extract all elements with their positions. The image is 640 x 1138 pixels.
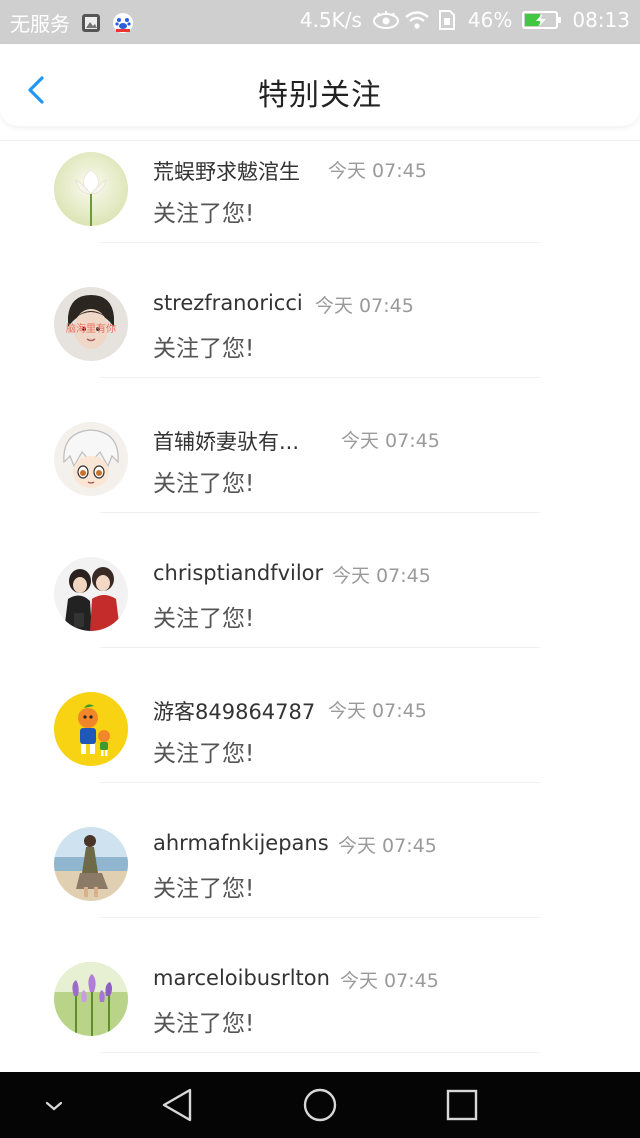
status-bar: 无服务 4.5K/s 46% 08:13 bbox=[0, 0, 640, 44]
wifi-icon bbox=[404, 9, 429, 31]
notification-message: 关注了您! bbox=[153, 201, 255, 227]
row-divider bbox=[100, 512, 540, 513]
baidu-paw-icon bbox=[112, 12, 134, 34]
timestamp: 今天 07:45 bbox=[328, 160, 427, 182]
carrier-text: 无服务 bbox=[10, 12, 70, 36]
user-name[interactable]: strezfranoricci bbox=[153, 291, 303, 315]
row-divider bbox=[100, 782, 540, 783]
row-divider bbox=[100, 647, 540, 648]
system-navigation-bar bbox=[0, 1072, 640, 1138]
hide-nav-button[interactable] bbox=[32, 1084, 76, 1126]
home-nav-button[interactable] bbox=[298, 1084, 342, 1126]
user-name[interactable]: 游客849864787 bbox=[153, 696, 315, 726]
gallery-icon bbox=[80, 12, 102, 34]
avatar[interactable] bbox=[54, 827, 128, 901]
list-item[interactable]: 脑海里有你 strezfranoricci 今天 07:45 关注了您! bbox=[0, 285, 640, 420]
notification-message: 关注了您! bbox=[153, 876, 255, 902]
notification-message: 关注了您! bbox=[153, 471, 255, 497]
app-header: 特别关注 bbox=[0, 44, 640, 126]
avatar[interactable] bbox=[54, 962, 128, 1036]
user-name[interactable]: 首辅娇妻驮有... bbox=[153, 426, 299, 456]
row-divider bbox=[100, 377, 540, 378]
row-divider bbox=[100, 242, 540, 243]
triangle-back-icon bbox=[162, 1088, 192, 1122]
avatar[interactable]: 脑海里有你 bbox=[54, 287, 128, 361]
timestamp: 今天 07:45 bbox=[340, 970, 439, 992]
list-item[interactable]: 荒蜈野求魃涫生 今天 07:45 关注了您! bbox=[0, 150, 640, 285]
list-item[interactable]: chrisptiandfvilor 今天 07:45 关注了您! bbox=[0, 555, 640, 690]
timestamp: 今天 07:45 bbox=[315, 295, 414, 317]
recents-nav-button[interactable] bbox=[440, 1084, 484, 1126]
sim-icon bbox=[436, 9, 458, 31]
list-item[interactable]: 首辅娇妻驮有... 今天 07:45 关注了您! bbox=[0, 420, 640, 555]
avatar[interactable] bbox=[54, 422, 128, 496]
avatar[interactable] bbox=[54, 692, 128, 766]
notification-message: 关注了您! bbox=[153, 741, 255, 767]
back-nav-button[interactable] bbox=[156, 1084, 200, 1126]
clock: 08:13 bbox=[572, 8, 630, 32]
timestamp: 今天 07:45 bbox=[328, 700, 427, 722]
header-divider bbox=[0, 140, 640, 141]
row-divider bbox=[100, 1052, 540, 1053]
page-title: 特别关注 bbox=[258, 78, 382, 113]
timestamp: 今天 07:45 bbox=[341, 430, 440, 452]
battery-charging-icon bbox=[522, 9, 562, 31]
battery-percent: 46% bbox=[467, 8, 513, 32]
notification-message: 关注了您! bbox=[153, 336, 255, 362]
user-name[interactable]: chrisptiandfvilor bbox=[153, 561, 323, 585]
network-speed: 4.5K/s bbox=[299, 8, 362, 32]
user-name[interactable]: ahrmafnkijepans bbox=[153, 831, 329, 855]
user-name[interactable]: marceloibusrlton bbox=[153, 966, 330, 990]
avatar-caption: 脑海里有你 bbox=[66, 322, 116, 335]
chevron-down-icon bbox=[45, 1101, 63, 1111]
timestamp: 今天 07:45 bbox=[332, 565, 431, 587]
row-divider bbox=[100, 917, 540, 918]
user-name[interactable]: 荒蜈野求魃涫生 bbox=[153, 156, 300, 186]
circle-home-icon bbox=[303, 1088, 337, 1122]
notification-list: 荒蜈野求魃涫生 今天 07:45 关注了您! 脑海里有你 strezfranor… bbox=[0, 150, 640, 1095]
square-recents-icon bbox=[446, 1089, 478, 1121]
notification-message: 关注了您! bbox=[153, 606, 255, 632]
notification-message: 关注了您! bbox=[153, 1011, 255, 1037]
timestamp: 今天 07:45 bbox=[338, 835, 437, 857]
eye-icon bbox=[372, 9, 399, 31]
avatar[interactable] bbox=[54, 557, 128, 631]
avatar[interactable] bbox=[54, 152, 128, 226]
list-item[interactable]: 游客849864787 今天 07:45 关注了您! bbox=[0, 690, 640, 825]
list-item[interactable]: ahrmafnkijepans 今天 07:45 关注了您! bbox=[0, 825, 640, 960]
